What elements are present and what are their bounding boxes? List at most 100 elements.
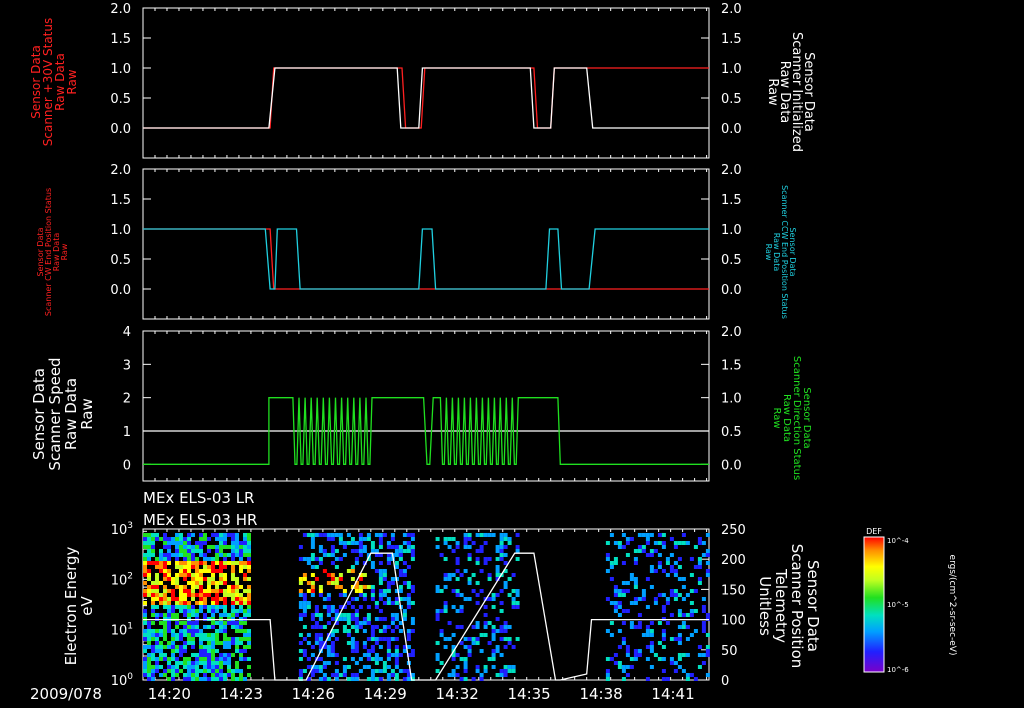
heatmap-cell	[435, 669, 440, 673]
heatmap-cell	[207, 605, 211, 609]
heatmap-cell	[235, 641, 239, 645]
heatmap-cell	[247, 665, 251, 669]
heatmap-cell	[406, 581, 411, 585]
heatmap-cell	[342, 673, 347, 677]
heatmap-cell	[175, 533, 179, 537]
heatmap-cell	[491, 605, 496, 609]
heatmap-cell	[693, 677, 698, 681]
heatmap-cell	[382, 573, 387, 577]
heatmap-cell	[511, 605, 516, 609]
heatmap-cell	[410, 621, 415, 625]
heatmap-cell	[406, 605, 411, 609]
heatmap-cell	[629, 625, 634, 629]
heatmap-cell	[459, 573, 464, 577]
heatmap-cell	[298, 605, 303, 609]
heatmap-cell	[159, 593, 163, 597]
heatmap-cell	[459, 605, 464, 609]
heatmap-cell	[207, 537, 211, 541]
heatmap-cell	[207, 649, 211, 653]
heatmap-cell	[435, 537, 440, 541]
heatmap-cell	[147, 589, 151, 593]
heatmap-cell	[147, 657, 151, 661]
heatmap-cell	[143, 645, 147, 649]
heatmap-cell	[633, 557, 638, 561]
time-tick-label: 14:41	[651, 685, 694, 703]
heatmap-cell	[318, 561, 323, 565]
heatmap-cell	[475, 641, 480, 645]
heatmap-cell	[641, 593, 646, 597]
y-tick-label: 0.0	[110, 122, 131, 137]
heatmap-cell	[451, 573, 456, 577]
heatmap-cell	[310, 589, 315, 593]
heatmap-cell	[219, 541, 223, 545]
heatmap-cell	[689, 557, 694, 561]
heatmap-cell	[179, 549, 183, 553]
heatmap-cell	[171, 589, 175, 593]
heatmap-cell	[310, 581, 315, 585]
heatmap-cell	[625, 553, 630, 557]
y-tick-label: 0.0	[721, 458, 742, 473]
heatmap-cell	[625, 537, 630, 541]
heatmap-cell	[378, 573, 383, 577]
heatmap-cell	[701, 661, 706, 665]
heatmap-cell	[207, 581, 211, 585]
heatmap-cell	[243, 533, 247, 537]
heatmap-cell	[386, 585, 391, 589]
heatmap-cell	[495, 557, 500, 561]
heatmap-cell	[215, 533, 219, 537]
heatmap-cell	[467, 653, 472, 657]
heatmap-cell	[183, 677, 187, 681]
y-tick-label: 150	[721, 583, 746, 598]
heatmap-cell	[613, 609, 618, 613]
heatmap-cell	[211, 605, 215, 609]
heatmap-cell	[693, 629, 698, 633]
heatmap-cell	[358, 657, 363, 661]
heatmap-cell	[487, 557, 492, 561]
panel-frame-1	[142, 7, 710, 159]
heatmap-cell	[382, 629, 387, 633]
heatmap-cell	[227, 637, 231, 641]
heatmap-cell	[215, 677, 219, 681]
heatmap-cell	[175, 621, 179, 625]
heatmap-cell	[306, 657, 311, 661]
heatmap-cell	[191, 581, 195, 585]
heatmap-cell	[211, 533, 215, 537]
heatmap-cell	[203, 589, 207, 593]
heatmap-cell	[621, 581, 626, 585]
heatmap-cell	[693, 589, 698, 593]
heatmap-cell	[310, 541, 315, 545]
heatmap-cell	[499, 653, 504, 657]
heatmap-cell	[215, 633, 219, 637]
heatmap-cell	[199, 581, 203, 585]
heatmap-cell	[159, 569, 163, 573]
heatmap-cell	[479, 633, 484, 637]
heatmap-cell	[223, 609, 227, 613]
heatmap-cell	[435, 657, 440, 661]
heatmap-cell	[499, 537, 504, 541]
heatmap-cell	[183, 629, 187, 633]
heatmap-cell	[247, 545, 251, 549]
heatmap-cell	[479, 545, 484, 549]
heatmap-cell	[223, 645, 227, 649]
heatmap-cell	[203, 565, 207, 569]
heatmap-cell	[179, 629, 183, 633]
heatmap-cell	[155, 581, 159, 585]
heatmap-cell	[203, 537, 207, 541]
heatmap-cell	[191, 665, 195, 669]
heatmap-cell	[147, 541, 151, 545]
heatmap-cell	[621, 609, 626, 613]
heatmap-cell	[195, 541, 199, 545]
heatmap-cell	[487, 533, 492, 537]
heatmap-cell	[314, 633, 319, 637]
heatmap-cell	[179, 597, 183, 601]
heatmap-cell	[247, 641, 251, 645]
heatmap-cell	[455, 541, 460, 545]
heatmap-cell	[310, 653, 315, 657]
heatmap-cell	[179, 605, 183, 609]
heatmap-cell	[219, 613, 223, 617]
heatmap-cell	[661, 605, 666, 609]
heatmap-cell	[681, 577, 686, 581]
heatmap-cell	[693, 545, 698, 549]
heatmap-cell	[247, 633, 251, 637]
heatmap-cell	[342, 617, 347, 621]
